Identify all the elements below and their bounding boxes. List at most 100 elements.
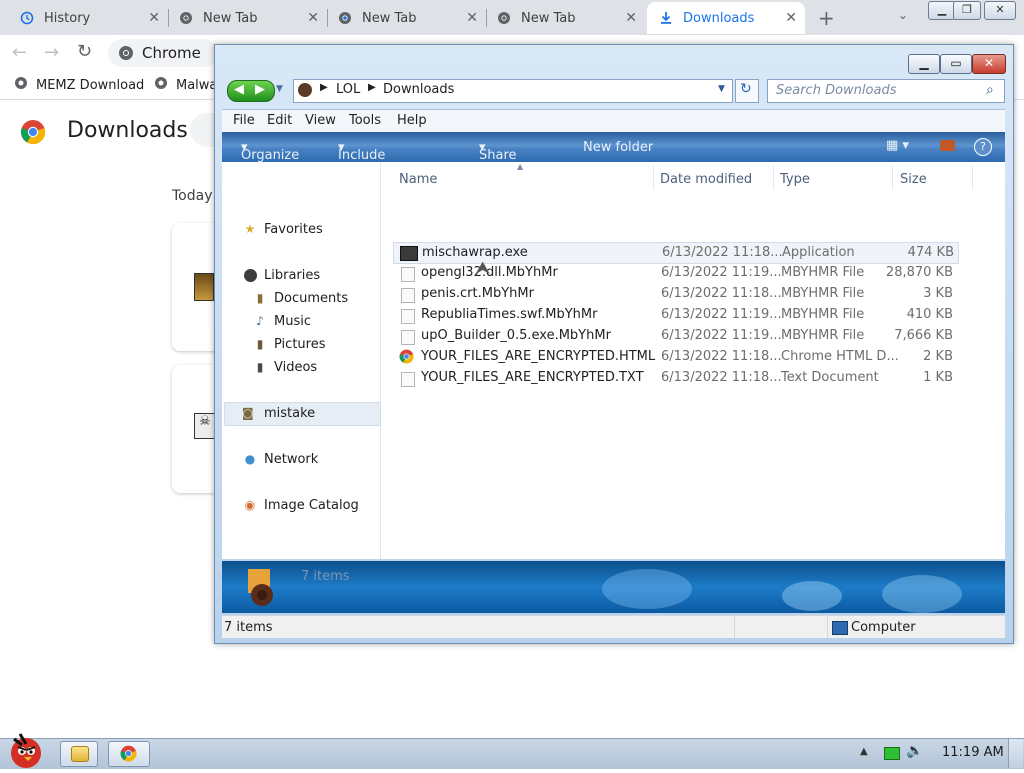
nav-libraries[interactable]: Libraries — [242, 267, 320, 283]
nav-mistake-selected[interactable]: ◙ mistake — [224, 402, 381, 426]
menu-tools[interactable]: Tools — [349, 113, 381, 128]
omnibox[interactable]: Chrome — [108, 39, 218, 67]
nav-music[interactable]: ♪ Music — [252, 313, 311, 329]
back-arrow-icon[interactable]: ← — [12, 42, 27, 63]
music-icon: ♪ — [256, 314, 264, 328]
decorative-bubble — [882, 575, 962, 613]
file-type: Application — [782, 245, 855, 260]
tab-search-chevron-icon[interactable]: ⌄ — [898, 8, 908, 22]
nav-label: mistake — [264, 406, 316, 421]
tab-new-tab-1[interactable]: New Tab ✕ — [169, 2, 327, 34]
forward-arrow-icon[interactable]: ▶ — [255, 82, 265, 97]
breadcrumb-arrow-icon: ▶ — [320, 82, 328, 93]
nav-network[interactable]: ● Network — [242, 451, 319, 467]
close-icon[interactable]: ✕ — [972, 54, 1006, 74]
column-name[interactable]: Name — [399, 172, 437, 187]
show-hidden-icons-icon[interactable]: ▲ — [860, 746, 868, 757]
start-button[interactable] — [4, 731, 50, 769]
file-row-republiatimes[interactable]: RepubliaTimes.swf.MbYhMr 6/13/2022 11:19… — [393, 305, 957, 325]
file-row-encrypted-txt[interactable]: YOUR_FILES_ARE_ENCRYPTED.TXT 6/13/2022 1… — [393, 368, 957, 388]
change-view-icon[interactable]: ▦ ▾ — [886, 138, 909, 153]
column-size[interactable]: Size — [900, 172, 927, 187]
file-size: 7,666 KB — [894, 328, 953, 343]
menu-edit[interactable]: Edit — [267, 113, 292, 128]
new-folder-button[interactable]: New folder — [583, 140, 653, 155]
chrome-tab-strip: History ✕ New Tab ✕ New Tab ✕ New Tab ✕ … — [0, 0, 1024, 35]
search-icon: ⌕ — [986, 82, 994, 98]
menu-file[interactable]: File — [233, 113, 255, 128]
close-icon[interactable]: ✕ — [984, 1, 1016, 20]
command-bar: Organize ▾ Include in library ▾ Share wi… — [222, 132, 1005, 193]
file-type: MBYHMR File — [781, 265, 865, 280]
preview-pane-icon[interactable] — [940, 140, 955, 151]
include-in-library-button[interactable]: Include in library ▾ — [338, 140, 385, 193]
nav-documents[interactable]: ▮ Documents — [252, 290, 348, 306]
column-divider — [892, 166, 893, 190]
file-name: upO_Builder_0.5.exe.MbYhMr — [421, 328, 611, 343]
volume-icon[interactable]: 🔈 — [906, 743, 923, 759]
file-size: 1 KB — [923, 370, 953, 385]
back-arrow-icon[interactable]: ◀ — [234, 82, 244, 97]
close-tab-icon[interactable]: ✕ — [148, 10, 160, 26]
image-catalog-icon: ◉ — [244, 498, 256, 512]
address-bar[interactable]: ▶ LOL ▶ Downloads ▼ — [293, 79, 733, 103]
libraries-icon — [242, 267, 258, 283]
tab-downloads[interactable]: Downloads ✕ — [647, 2, 805, 34]
file-row-encrypted-html[interactable]: YOUR_FILES_ARE_ENCRYPTED.HTML 6/13/2022 … — [393, 347, 957, 367]
nav-favorites[interactable]: ★ Favorites — [242, 221, 323, 237]
tab-label: New Tab — [521, 10, 576, 26]
tab-history[interactable]: History ✕ — [0, 2, 168, 34]
decorative-bubble — [602, 569, 692, 609]
nav-videos[interactable]: ▮ Videos — [252, 359, 318, 375]
column-type[interactable]: Type — [780, 172, 810, 187]
taskbar-explorer-button[interactable] — [60, 741, 98, 767]
breadcrumb-lol[interactable]: LOL — [336, 82, 360, 97]
nav-pictures[interactable]: ▮ Pictures — [252, 336, 326, 352]
show-desktop-button[interactable] — [1008, 739, 1023, 768]
nav-image-catalog[interactable]: ◉ Image Catalog — [242, 497, 359, 513]
close-tab-icon[interactable]: ✕ — [466, 10, 478, 26]
close-tab-icon[interactable]: ✕ — [625, 10, 637, 26]
new-tab-plus-icon[interactable]: + — [818, 6, 835, 30]
nav-label: Libraries — [264, 267, 321, 283]
user-folder-icon: ◙ — [242, 406, 254, 420]
close-tab-icon[interactable]: ✕ — [307, 10, 319, 26]
search-box[interactable]: Search Downloads ⌕ — [767, 79, 1005, 103]
network-status-icon[interactable] — [884, 747, 900, 760]
recent-pages-chevron-icon[interactable]: ▼ — [276, 84, 283, 94]
maximize-icon[interactable]: ▭ — [940, 54, 972, 74]
refresh-button[interactable]: ↻ — [735, 79, 759, 103]
file-size: 3 KB — [923, 286, 953, 301]
taskbar-chrome-button[interactable] — [108, 741, 150, 767]
share-with-button[interactable]: Share with ▾ — [479, 140, 517, 178]
bookmark-malwa[interactable]: Malwa — [154, 76, 217, 94]
minimize-icon[interactable]: ▁ — [928, 1, 956, 20]
file-row-penis-crt[interactable]: penis.crt.MbYhMr 6/13/2022 11:18... MBYH… — [393, 284, 957, 304]
globe-icon — [14, 76, 28, 94]
minimize-icon[interactable]: ▁ — [908, 54, 940, 74]
close-tab-icon[interactable]: ✕ — [785, 10, 797, 26]
file-size: 28,870 KB — [885, 265, 953, 280]
reload-icon[interactable]: ↻ — [77, 41, 92, 62]
tab-new-tab-2[interactable]: New Tab ✕ — [328, 2, 486, 34]
restore-icon[interactable]: ❐ — [953, 1, 981, 20]
today-label: Today — [172, 188, 213, 204]
column-date-modified[interactable]: Date modified — [660, 172, 752, 187]
breadcrumb-downloads[interactable]: Downloads — [383, 82, 454, 97]
help-icon[interactable]: ? — [974, 138, 992, 156]
file-row-upo-builder[interactable]: upO_Builder_0.5.exe.MbYhMr 6/13/2022 11:… — [393, 326, 957, 346]
pictures-icon: ▮ — [256, 337, 264, 351]
explorer-window: ▁ ▭ ✕ ◀ ▶ ▼ ▶ LOL ▶ Downloads ▼ ↻ Search… — [214, 44, 1014, 644]
chrome-icon — [118, 45, 134, 65]
nav-label: Image Catalog — [264, 497, 359, 513]
bookmark-memz[interactable]: MEMZ Download — [14, 76, 144, 94]
clock[interactable]: 11:19 AM — [942, 745, 1004, 760]
forward-arrow-icon[interactable]: → — [44, 42, 59, 63]
tab-new-tab-3[interactable]: New Tab ✕ — [487, 2, 645, 34]
menu-help[interactable]: Help — [397, 113, 427, 128]
menu-view[interactable]: View — [305, 113, 336, 128]
organize-button[interactable]: Organize ▾ — [241, 140, 299, 163]
address-dropdown-icon[interactable]: ▼ — [718, 84, 725, 94]
column-divider — [972, 166, 973, 190]
file-name: YOUR_FILES_ARE_ENCRYPTED.TXT — [421, 370, 644, 385]
